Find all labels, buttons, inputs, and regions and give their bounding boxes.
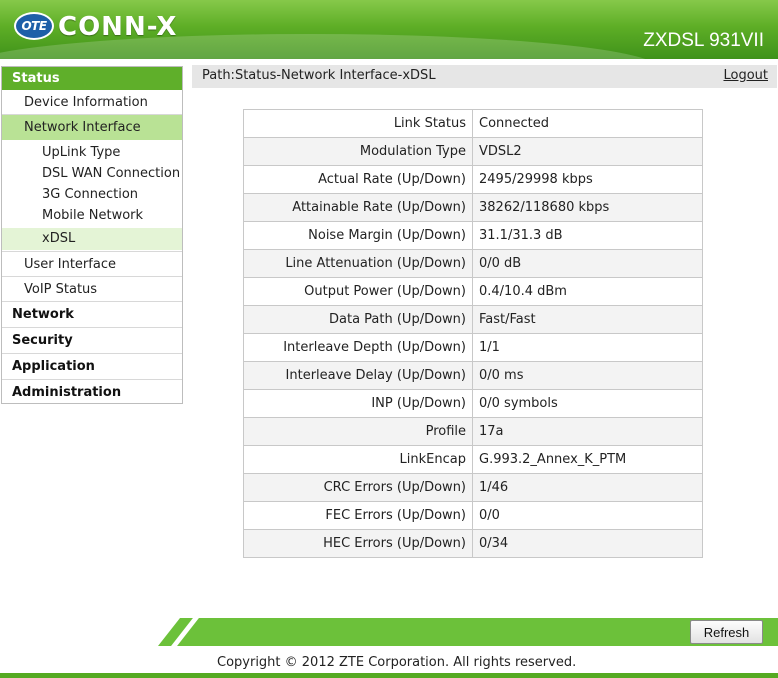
sidebar-category-network[interactable]: Network [2, 302, 182, 328]
table-row: Interleave Delay (Up/Down) 0/0 ms [243, 361, 703, 390]
row-label: Interleave Depth (Up/Down) [243, 333, 473, 362]
row-value: 2495/29998 kbps [472, 165, 703, 194]
sidebar-category-security[interactable]: Security [2, 328, 182, 354]
row-label: HEC Errors (Up/Down) [243, 529, 473, 558]
table-row: Output Power (Up/Down) 0.4/10.4 dBm [243, 277, 703, 306]
table-row: Link Status Connected [243, 109, 703, 138]
row-value: 0/0 ms [472, 361, 703, 390]
footer-green-bar [158, 618, 778, 646]
row-value: 0/0 dB [472, 249, 703, 278]
row-label: FEC Errors (Up/Down) [243, 501, 473, 530]
brand-name: CONN-X [58, 12, 178, 42]
table-row: LinkEncap G.993.2_Annex_K_PTM [243, 445, 703, 474]
path-bar: Path:Status-Network Interface-xDSL Logou… [192, 65, 777, 88]
row-label: Actual Rate (Up/Down) [243, 165, 473, 194]
sidebar-subitem-xdsl[interactable]: xDSL [2, 228, 182, 250]
table-row: FEC Errors (Up/Down) 0/0 [243, 501, 703, 530]
sidebar-item-user-interface[interactable]: User Interface [2, 252, 182, 277]
row-value: 0/34 [472, 529, 703, 558]
row-value: Connected [472, 109, 703, 138]
sidebar-subitem-3g-connection[interactable]: 3G Connection [2, 184, 182, 205]
table-row: Actual Rate (Up/Down) 2495/29998 kbps [243, 165, 703, 194]
row-label: INP (Up/Down) [243, 389, 473, 418]
table-row: Attainable Rate (Up/Down) 38262/118680 kb… [243, 193, 703, 222]
row-label: Line Attenuation (Up/Down) [243, 249, 473, 278]
breadcrumb: Path:Status-Network Interface-xDSL [202, 68, 436, 83]
footer-band [158, 618, 778, 646]
sidebar-item-device-information[interactable]: Device Information [2, 90, 182, 115]
ote-logo-badge: OTE [14, 12, 54, 40]
row-label: LinkEncap [243, 445, 473, 474]
row-value: 31.1/31.3 dB [472, 221, 703, 250]
table-row: Noise Margin (Up/Down) 31.1/31.3 dB [243, 221, 703, 250]
sidebar-item-network-interface[interactable]: Network Interface [2, 115, 182, 140]
table-row: Data Path (Up/Down) Fast/Fast [243, 305, 703, 334]
sidebar-category-application[interactable]: Application [2, 354, 182, 380]
row-label: Output Power (Up/Down) [243, 277, 473, 306]
sidebar-subitem-mobile-network[interactable]: Mobile Network [2, 205, 182, 226]
row-label: Link Status [243, 109, 473, 138]
table-row: CRC Errors (Up/Down) 1/46 [243, 473, 703, 502]
table-row: Profile 17a [243, 417, 703, 446]
row-label: Noise Margin (Up/Down) [243, 221, 473, 250]
row-label: Profile [243, 417, 473, 446]
row-value: 0/0 [472, 501, 703, 530]
bottom-bar [0, 673, 778, 678]
sidebar-subitem-dsl-wan-connection[interactable]: DSL WAN Connection [2, 163, 182, 184]
table-row: HEC Errors (Up/Down) 0/34 [243, 529, 703, 558]
row-label: Data Path (Up/Down) [243, 305, 473, 334]
sidebar-heading-status[interactable]: Status [2, 67, 182, 90]
model-name: ZXDSL 931VII [643, 30, 764, 51]
table-row: INP (Up/Down) 0/0 symbols [243, 389, 703, 418]
row-value: 0.4/10.4 dBm [472, 277, 703, 306]
sidebar-subitem-uplink-type[interactable]: UpLink Type [2, 142, 182, 163]
row-value: 1/1 [472, 333, 703, 362]
row-label: Attainable Rate (Up/Down) [243, 193, 473, 222]
sidebar-menu: Status Device Information Network Interf… [1, 66, 183, 404]
row-value: VDSL2 [472, 137, 703, 166]
sidebar-item-voip-status[interactable]: VoIP Status [2, 277, 182, 302]
sidebar-subgroup-network-interface: UpLink Type DSL WAN Connection 3G Connec… [2, 140, 182, 252]
row-label: Modulation Type [243, 137, 473, 166]
table-row: Interleave Depth (Up/Down) 1/1 [243, 333, 703, 362]
header-banner: OTE CONN-X ZXDSL 931VII [0, 0, 778, 59]
row-value: G.993.2_Annex_K_PTM [472, 445, 703, 474]
refresh-button[interactable]: Refresh [690, 620, 763, 644]
row-value: 17a [472, 417, 703, 446]
copyright-text: Copyright © 2012 ZTE Corporation. All ri… [217, 655, 577, 670]
table-row: Line Attenuation (Up/Down) 0/0 dB [243, 249, 703, 278]
table-row: Modulation Type VDSL2 [243, 137, 703, 166]
row-label: CRC Errors (Up/Down) [243, 473, 473, 502]
sidebar-category-administration[interactable]: Administration [2, 380, 182, 406]
xdsl-status-table: Link Status Connected Modulation Type VDSL2… [243, 109, 703, 558]
logout-link[interactable]: Logout [723, 65, 768, 87]
row-value: 0/0 symbols [472, 389, 703, 418]
row-value: 1/46 [472, 473, 703, 502]
row-value: 38262/118680 kbps [472, 193, 703, 222]
row-label: Interleave Delay (Up/Down) [243, 361, 473, 390]
row-value: Fast/Fast [472, 305, 703, 334]
